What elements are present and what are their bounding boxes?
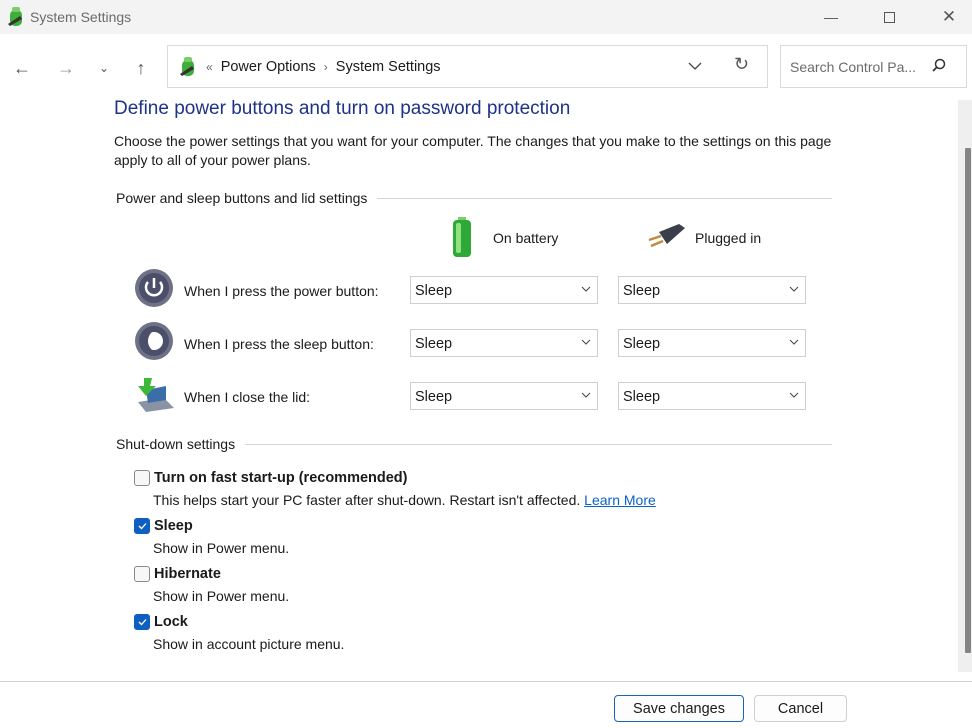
chevron-down-icon <box>789 392 799 398</box>
refresh-icon[interactable]: ↻ <box>734 54 749 75</box>
column-plugged-in: Plugged in <box>695 230 762 246</box>
chevron-down-icon[interactable] <box>688 56 702 76</box>
maximize-icon <box>883 11 895 23</box>
power-button-plugged-select[interactable]: Sleep <box>618 276 806 304</box>
plug-icon <box>648 224 685 248</box>
hibernate-checkbox[interactable] <box>134 566 150 582</box>
chevron-right-icon: › <box>323 60 328 74</box>
select-value: Sleep <box>623 336 661 352</box>
main-content: Define power buttons and turn on passwor… <box>0 98 958 680</box>
select-value: Sleep <box>415 389 453 405</box>
power-options-icon <box>8 7 22 26</box>
chevron-down-icon <box>789 286 799 292</box>
hibernate-label[interactable]: Hibernate <box>154 566 221 582</box>
minimize-button[interactable]: — <box>808 0 854 34</box>
breadcrumb-power-options[interactable]: Power Options <box>221 59 316 75</box>
chevron-down-icon <box>789 339 799 345</box>
row-label-power-button: When I press the power button: <box>184 283 379 299</box>
save-changes-button[interactable]: Save changes <box>614 695 744 722</box>
select-value: Sleep <box>623 283 661 299</box>
sleep-description: Show in Power menu. <box>153 540 290 556</box>
search-input[interactable]: Search Control Pa... <box>780 45 967 88</box>
lock-checkbox[interactable] <box>134 614 150 630</box>
select-value: Sleep <box>415 336 453 352</box>
section-heading: Power and sleep buttons and lid settings <box>116 190 368 206</box>
fast-startup-description: This helps start your PC faster after sh… <box>153 492 656 508</box>
row-label-close-lid: When I close the lid: <box>184 389 311 405</box>
page-title: Define power buttons and turn on passwor… <box>114 98 571 119</box>
sleep-label[interactable]: Sleep <box>154 518 193 534</box>
section-power-buttons: Power and sleep buttons and lid settings <box>116 190 832 206</box>
breadcrumb-system-settings[interactable]: System Settings <box>336 59 441 75</box>
sleep-button-battery-select[interactable]: Sleep <box>410 329 598 357</box>
breadcrumb-overflow[interactable]: « <box>206 60 213 74</box>
lock-description: Show in account picture menu. <box>153 636 345 652</box>
select-value: Sleep <box>415 283 453 299</box>
search-placeholder: Search Control Pa... <box>790 59 917 75</box>
cancel-button[interactable]: Cancel <box>754 695 847 722</box>
window-title: System Settings <box>30 9 132 25</box>
up-button[interactable]: ↑ <box>128 56 154 80</box>
hibernate-description: Show in Power menu. <box>153 588 290 604</box>
title-bar: System Settings — ✕ <box>0 0 972 34</box>
description-text: This helps start your PC faster after sh… <box>153 492 581 508</box>
chevron-down-icon <box>581 286 591 292</box>
section-shutdown: Shut-down settings <box>116 436 832 452</box>
back-button[interactable]: ← <box>9 56 35 80</box>
page-description: Choose the power settings that you want … <box>114 133 832 168</box>
maximize-button[interactable] <box>866 0 912 34</box>
checkmark-icon <box>138 619 147 626</box>
checkmark-icon <box>138 523 147 530</box>
power-button-battery-select[interactable]: Sleep <box>410 276 598 304</box>
power-options-icon <box>180 57 194 76</box>
sleep-checkbox[interactable] <box>134 518 150 534</box>
sleep-button-plugged-select[interactable]: Sleep <box>618 329 806 357</box>
forward-button[interactable]: → <box>53 56 79 80</box>
lock-label[interactable]: Lock <box>154 614 188 630</box>
fast-startup-checkbox[interactable] <box>134 470 150 486</box>
row-label-sleep-button: When I press the sleep button: <box>184 336 374 352</box>
select-value: Sleep <box>623 389 661 405</box>
close-button[interactable]: ✕ <box>926 0 972 34</box>
sleep-button-icon <box>135 322 173 360</box>
column-on-battery: On battery <box>493 230 559 246</box>
fast-startup-label[interactable]: Turn on fast start-up (recommended) <box>154 470 408 486</box>
laptop-lid-icon <box>138 378 174 412</box>
recent-locations-button[interactable]: ⌄ <box>91 56 117 80</box>
battery-icon <box>453 217 471 257</box>
vertical-scrollbar[interactable] <box>958 100 972 672</box>
close-lid-battery-select[interactable]: Sleep <box>410 382 598 410</box>
footer: Save changes Cancel <box>0 681 972 728</box>
power-button-icon <box>135 269 173 307</box>
address-bar[interactable]: « Power Options › System Settings ↻ <box>167 45 768 88</box>
navigation-bar: ← → ⌄ ↑ « Power Options › System Setting… <box>0 34 972 100</box>
chevron-down-icon <box>581 392 591 398</box>
scrollbar-thumb[interactable] <box>965 148 971 653</box>
chevron-down-icon <box>581 339 591 345</box>
section-heading: Shut-down settings <box>116 436 236 452</box>
close-lid-plugged-select[interactable]: Sleep <box>618 382 806 410</box>
search-icon[interactable] <box>931 57 947 75</box>
learn-more-link[interactable]: Learn More <box>584 492 656 508</box>
